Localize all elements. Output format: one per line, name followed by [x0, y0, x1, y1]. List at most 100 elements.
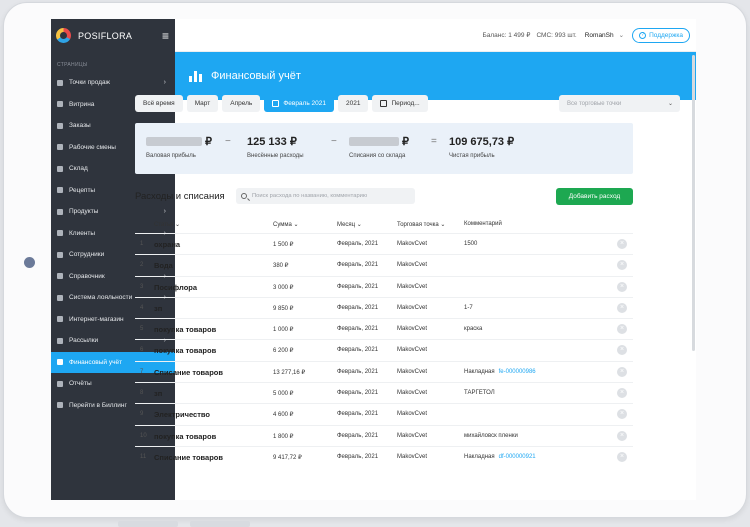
add-expense-button[interactable]: Добавить расход	[556, 188, 633, 205]
net-profit-label: Чистая прибыль	[449, 153, 495, 159]
delete-icon[interactable]: ×	[617, 281, 627, 292]
col-article[interactable]: Статья ⌄	[154, 221, 180, 228]
expenses-title: Расходы и списания	[135, 191, 225, 202]
table-row[interactable]: 5 покупка товаров 1 000 ₽ Февраль, 2021 Mako…	[135, 318, 633, 339]
writeoff-currency: ₽	[402, 136, 409, 148]
delete-icon[interactable]: ×	[617, 388, 627, 399]
search-icon	[241, 193, 247, 199]
comment-text: 1500	[464, 241, 478, 247]
cell-store: MakovCvet	[397, 347, 428, 354]
cell-store: MakovCvet	[397, 411, 428, 418]
minus-sign: −	[331, 136, 337, 147]
filter-february-2021[interactable]: Февраль 2021	[264, 95, 334, 112]
summary-panel: ₽ Валовая прибыль − 125 133 ₽ Внесённые …	[135, 123, 633, 174]
cell-n: 9	[140, 411, 144, 418]
cell-store: MakovCvet	[397, 368, 428, 375]
delete-icon[interactable]: ×	[617, 366, 627, 377]
filter-year[interactable]: 2021	[338, 95, 369, 112]
bottom-bar-right	[190, 521, 250, 527]
table-row[interactable]: 8 зп 5 000 ₽ Февраль, 2021 MakovCvet ТАРГЕТОЛ…	[135, 382, 633, 403]
calendar-icon	[380, 100, 388, 107]
cell-sum: 4 600 ₽	[273, 412, 294, 419]
cell-n: 6	[140, 347, 144, 354]
cell-sum: 3 000 ₽	[273, 284, 294, 291]
hidden-value	[146, 137, 202, 146]
comment-text: михайловск пленки	[464, 432, 518, 439]
table-row[interactable]: 9 Электричество 4 600 ₽ Февраль, 2021 MakovC…	[135, 403, 633, 424]
expense-search-input[interactable]: Поиск расхода по названию, комментарию	[236, 188, 415, 204]
cell-month: Февраль, 2021	[337, 347, 379, 354]
delete-icon[interactable]: ×	[617, 324, 627, 335]
col-store[interactable]: Торговая точка ⌄	[397, 221, 445, 228]
expenses-label: Внесённые расходы	[247, 153, 304, 159]
content-area: Всё время Март Апрель Февраль 2021 2021 …	[51, 19, 696, 500]
table-row[interactable]: 10 покупка товаров 1 800 ₽ Февраль, 2021 Mak…	[135, 424, 633, 446]
cell-comment: ТАРГЕТОЛ	[464, 390, 495, 396]
col-comment: Комментарий	[464, 221, 502, 227]
cell-n: 10	[140, 432, 147, 439]
delete-icon[interactable]: ×	[617, 260, 627, 271]
cell-sum: 13 277,16 ₽	[273, 369, 306, 376]
cell-store: MakovCvet	[397, 390, 428, 397]
delete-icon[interactable]: ×	[617, 345, 627, 356]
bottom-bar-left	[118, 521, 178, 527]
filter-april[interactable]: Апрель	[222, 95, 261, 112]
equals-sign: =	[431, 136, 437, 147]
gross-profit: ₽ Валовая прибыль	[146, 135, 212, 159]
cell-n: 2	[140, 262, 144, 269]
cell-month: Февраль, 2021	[337, 411, 379, 418]
tablet-home-button	[24, 257, 35, 268]
cell-name: Списание товаров	[154, 367, 223, 377]
table-row[interactable]: 3 Посифлора 3 000 ₽ Февраль, 2021 MakovCvet ×	[135, 275, 633, 297]
delete-icon[interactable]: ×	[617, 409, 627, 420]
cell-n: 8	[140, 390, 144, 397]
table-row[interactable]: 2 Вода 380 ₽ Февраль, 2021 MakovCvet ×	[135, 254, 633, 275]
filter-march[interactable]: Март	[186, 95, 219, 112]
gross-currency: ₽	[205, 136, 212, 148]
cell-n: 3	[140, 283, 144, 290]
store-select[interactable]: Все торговые точки ⌄	[559, 95, 680, 112]
filter-all-time[interactable]: Всё время	[135, 95, 183, 112]
cell-name: зп	[154, 303, 163, 313]
cell-n: 7	[140, 368, 144, 375]
cell-comment: михайловск пленки	[464, 433, 518, 439]
cell-month: Февраль, 2021	[337, 453, 379, 460]
comment-text: Накладная	[464, 368, 495, 375]
net-profit: 109 675,73 ₽ Чистая прибыль	[449, 135, 514, 159]
filter-active-label: Февраль 2021	[283, 100, 326, 107]
chevron-down-icon: ⌄	[667, 101, 673, 107]
comment-text: 1-7	[464, 304, 473, 311]
invoice-link[interactable]: df-000000921	[499, 454, 536, 460]
cell-n: 1	[140, 241, 144, 247]
col-month[interactable]: Месяц ⌄	[337, 221, 362, 228]
delete-icon[interactable]: ×	[617, 302, 627, 313]
cell-month: Февраль, 2021	[337, 283, 379, 290]
cell-store: MakovCvet	[397, 432, 428, 439]
delete-icon[interactable]: ×	[617, 430, 627, 441]
delete-icon[interactable]: ×	[617, 451, 627, 462]
cell-sum: 9 850 ₽	[273, 305, 294, 312]
expenses-total: 125 133 ₽ Внесённые расходы	[247, 135, 304, 159]
table-row[interactable]: 7 Списание товаров 13 277,16 ₽ Февраль, 202…	[135, 360, 633, 382]
delete-icon[interactable]: ×	[617, 239, 627, 249]
cell-store: MakovCvet	[397, 262, 428, 269]
cell-sum: 6 200 ₽	[273, 348, 294, 355]
cell-sum: 9 417,72 ₽	[273, 454, 302, 461]
cell-sum: 380 ₽	[273, 263, 289, 270]
col-sum[interactable]: Сумма ⌄	[273, 221, 299, 228]
cell-name: охрана	[154, 240, 181, 249]
invoice-link[interactable]: fe-000000986	[499, 369, 536, 375]
cell-comment: Накладная df-000000921	[464, 454, 536, 460]
table-row[interactable]: 4 зп 9 850 ₽ Февраль, 2021 MakovCvet 1-7 ×	[135, 296, 633, 318]
cell-month: Февраль, 2021	[337, 390, 379, 397]
filter-period[interactable]: Период...	[372, 95, 428, 112]
table-header: Статья ⌄ Сумма ⌄ Месяц ⌄ Торговая точка …	[135, 217, 633, 233]
cell-name: покупка товаров	[154, 325, 217, 335]
writeoff-label: Списания со склада	[349, 153, 406, 159]
table-row[interactable]: 1 охрана 1 500 ₽ Февраль, 2021 MakovCvet 1500…	[135, 233, 633, 254]
table-row[interactable]: 6 покупка товаров 6 200 ₽ Февраль, 2021 Mako…	[135, 339, 633, 360]
cell-n: 4	[140, 304, 144, 311]
table-row[interactable]: 11 Списание товаров 9 417,72 ₽ Февраль, 202…	[135, 445, 633, 467]
writeoff-total: ₽ Списания со склада	[349, 135, 409, 159]
gross-profit-label: Валовая прибыль	[146, 153, 196, 159]
